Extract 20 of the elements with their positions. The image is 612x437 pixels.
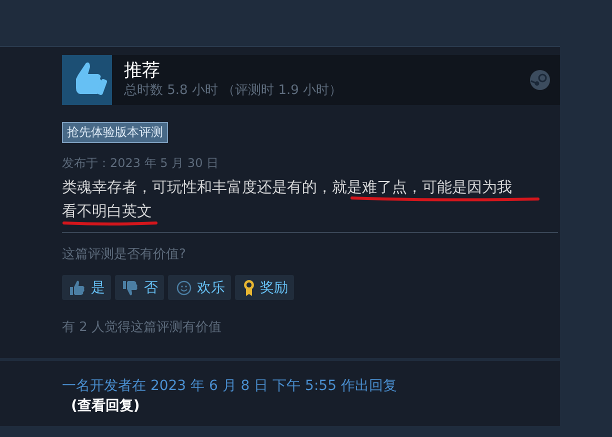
posted-date: 发布于：2023 年 5 月 30 日: [62, 155, 220, 172]
playtime-text: 总时数 5.8 小时 （评测时 1.9 小时）: [124, 82, 342, 100]
steam-logo-icon: [530, 70, 550, 90]
review-text-line: 类魂幸存者，可玩性和丰富度还是有的，就是难了点，可能是因为我: [62, 178, 512, 196]
yes-vote-button[interactable]: 是: [62, 275, 111, 300]
recommendation-title: 推荐: [124, 60, 161, 82]
helpful-prompt: 这篇评测是否有价值?: [62, 246, 187, 263]
helpful-count: 有 2 人觉得这篇评测有价值: [62, 319, 223, 336]
thumbs-up-icon: [62, 55, 112, 105]
smiley-icon: [176, 280, 192, 296]
early-access-tag: 抢先体验版本评测: [62, 122, 168, 143]
funny-vote-button[interactable]: 欢乐: [168, 275, 231, 300]
developer-reply-link[interactable]: 一名开发者在 2023 年 6 月 8 日 下午 5:55 作出回复: [62, 377, 397, 395]
no-vote-button[interactable]: 否: [115, 275, 164, 300]
thumbs-up-icon: [70, 280, 86, 296]
view-reply-link[interactable]: (查看回复): [71, 397, 140, 415]
award-vote-button[interactable]: 奖励: [235, 275, 294, 300]
thumbs-down-icon: [123, 280, 139, 296]
review-text-line: 看不明白英文: [62, 202, 152, 220]
award-ribbon-icon: [243, 278, 255, 296]
